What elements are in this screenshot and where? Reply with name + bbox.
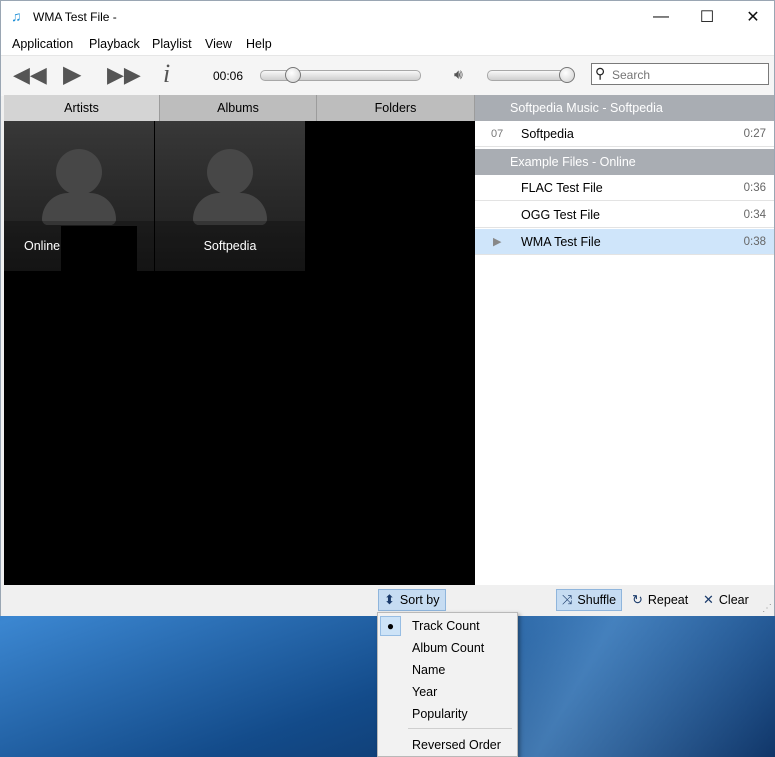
tab-folders[interactable]: Folders — [317, 95, 475, 121]
track-duration: 0:36 — [743, 182, 766, 194]
menu-view[interactable]: View — [205, 37, 232, 51]
track-duration: 0:27 — [743, 128, 766, 140]
playlist-panel: Softpedia Music - Softpedia 07 Softpedia… — [475, 95, 774, 585]
volume-icon[interactable]: 🔊︎ — [454, 66, 463, 83]
artist-tile-online[interactable]: Online — [4, 121, 154, 271]
clear-icon: ✕ — [703, 592, 714, 607]
track-title: FLAC Test File — [521, 181, 603, 195]
search-icon: ⚲ — [595, 65, 606, 81]
previous-track-icon[interactable]: ◀◀ — [13, 62, 47, 88]
resize-grip-icon[interactable]: ⋰ — [762, 603, 772, 614]
sort-option-reversed-order[interactable]: Reversed Order — [378, 734, 517, 756]
volume-slider-thumb[interactable] — [559, 67, 576, 83]
sort-by-menu: ● Track Count Album Count Name Year Popu… — [377, 612, 518, 757]
close-button[interactable]: ✕ — [730, 1, 775, 33]
artist-name: Softpedia — [203, 239, 257, 253]
playlist-row[interactable]: 07 Softpedia 0:27 — [475, 121, 774, 147]
playlist-row[interactable]: FLAC Test File 0:36 — [475, 175, 774, 201]
seek-slider[interactable] — [260, 70, 421, 81]
sort-option-year[interactable]: Year — [378, 681, 517, 703]
music-note-icon: ♫ — [11, 8, 22, 24]
menu-playback[interactable]: Playback — [89, 37, 140, 51]
clear-label: Clear — [718, 593, 749, 607]
track-duration: 0:38 — [743, 236, 766, 248]
track-title: OGG Test File — [521, 208, 600, 222]
player-window: ♫ WMA Test File - — ☐ ✕ Application Play… — [0, 0, 775, 616]
menu-help[interactable]: Help — [246, 37, 272, 51]
track-title: Softpedia — [521, 127, 574, 141]
clear-button[interactable]: ✕ Clear — [698, 589, 754, 611]
sort-arrows-icon: ⬍ — [384, 592, 395, 607]
info-icon[interactable]: i — [163, 59, 170, 89]
artist-avatar-icon — [207, 149, 253, 195]
window-title: WMA Test File - — [33, 10, 117, 24]
maximize-button[interactable]: ☐ — [684, 1, 730, 33]
now-playing-icon: ▶ — [493, 236, 502, 248]
minimize-button[interactable]: — — [638, 1, 684, 33]
shuffle-button[interactable]: ⤨ Shuffle — [556, 589, 623, 611]
playback-toolbar: ◀◀ ▶ ▶▶ i 00:06 🔊︎ ⚲ — [1, 55, 774, 96]
playlist-row[interactable]: OGG Test File 0:34 — [475, 202, 774, 228]
artist-avatar-icon — [56, 149, 102, 195]
sort-option-album-count[interactable]: Album Count — [378, 637, 517, 659]
playlist-row-playing[interactable]: ▶ WMA Test File 0:38 — [475, 229, 774, 255]
artist-name: Online — [24, 239, 61, 253]
tab-albums[interactable]: Albums — [160, 95, 317, 121]
artist-tile-softpedia[interactable]: Softpedia — [155, 121, 305, 271]
next-track-icon[interactable]: ▶▶ — [107, 62, 141, 88]
library-tabs: Artists Albums Folders — [4, 95, 475, 121]
repeat-button[interactable]: ↻ Repeat — [627, 589, 693, 611]
play-icon[interactable]: ▶ — [63, 60, 81, 89]
tile-redaction — [61, 226, 137, 271]
repeat-icon: ↻ — [632, 592, 643, 607]
tab-artists[interactable]: Artists — [4, 95, 160, 121]
menu-playlist[interactable]: Playlist — [152, 37, 192, 51]
shuffle-icon: ⤨ — [562, 592, 573, 607]
search-input[interactable] — [610, 66, 764, 84]
library-grid: Online Softpedia — [4, 121, 475, 585]
search-box[interactable]: ⚲ — [591, 63, 769, 85]
sort-option-name[interactable]: Name — [378, 659, 517, 681]
repeat-label: Repeat — [647, 593, 689, 607]
sort-by-label: Sort by — [399, 593, 440, 607]
playlist-group-header[interactable]: Example Files - Online — [475, 149, 774, 175]
shuffle-label: Shuffle — [577, 593, 617, 607]
playlist-group-header[interactable]: Softpedia Music - Softpedia — [475, 95, 774, 121]
sort-option-label: Track Count — [412, 619, 480, 633]
track-number: 07 — [491, 128, 504, 140]
menu-application[interactable]: Application — [12, 37, 73, 51]
selected-bullet-icon: ● — [380, 616, 401, 636]
title-bar[interactable]: ♫ WMA Test File - — ☐ ✕ — [1, 1, 774, 33]
track-duration: 0:34 — [743, 209, 766, 221]
menu-separator — [408, 728, 512, 729]
track-title: WMA Test File — [521, 235, 601, 249]
sort-option-track-count[interactable]: ● Track Count — [378, 615, 517, 637]
sort-option-popularity[interactable]: Popularity — [378, 703, 517, 725]
elapsed-time: 00:06 — [213, 69, 244, 83]
sort-by-button[interactable]: ⬍ Sort by — [378, 589, 446, 611]
menu-bar: Application Playback Playlist View Help — [1, 33, 774, 55]
